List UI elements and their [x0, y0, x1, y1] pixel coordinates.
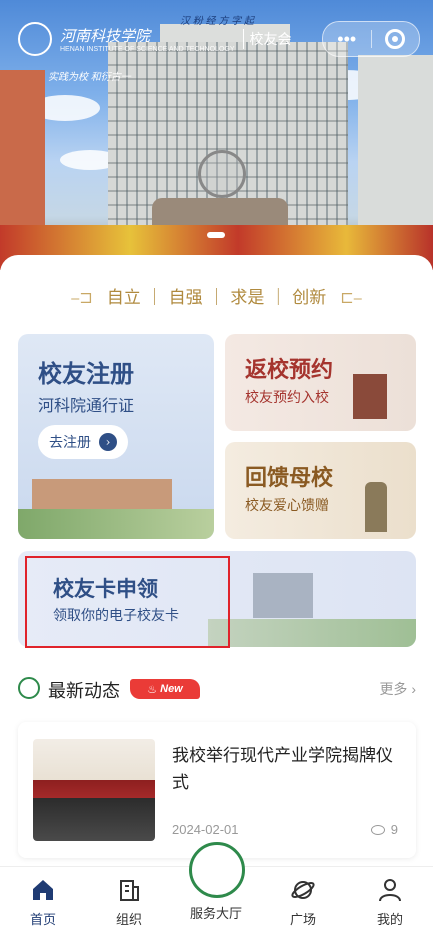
school-logo: 河南科技学院 HENAN INSTITUTE OF SCIENCE AND TE…	[18, 22, 292, 56]
give-back-card[interactable]: 回馈母校 校友爱心馈赠	[225, 442, 416, 539]
tab-label: 我的	[376, 912, 403, 927]
building-icon	[116, 877, 142, 903]
news-section-header: 最新动态 ♨ New 更多 ›	[18, 675, 416, 703]
new-badge: ♨ New	[130, 679, 200, 699]
flame-icon: ♨	[147, 683, 158, 696]
user-icon	[377, 877, 403, 903]
motto-word: 求是	[230, 288, 265, 308]
left-building	[0, 70, 45, 240]
right-building	[358, 55, 433, 235]
section-title: 最新动态	[48, 681, 120, 701]
selection-highlight	[25, 556, 230, 648]
alumni-register-card[interactable]: 校友注册 河科院通行证 去注册 ›	[18, 334, 214, 539]
more-link[interactable]: 更多 ›	[379, 679, 416, 699]
school-badge-icon	[18, 677, 40, 699]
go-register-button[interactable]: 去注册 ›	[38, 425, 128, 459]
motto-word: 自立	[106, 288, 141, 308]
card-subtitle: 校友预约入校	[245, 390, 329, 406]
target-icon	[385, 29, 406, 49]
chevron-right-icon: ›	[411, 681, 416, 697]
school-emblem-icon	[18, 22, 52, 56]
view-count: 9	[370, 822, 398, 837]
tab-home[interactable]: 首页	[0, 877, 86, 928]
lawn-illustration	[18, 509, 214, 539]
motto-word: 自强	[168, 288, 203, 308]
campus-building-illustration	[32, 479, 172, 509]
school-name-en: HENAN INSTITUTE OF SCIENCE AND TECHNOLOG…	[60, 46, 235, 53]
motto-word: 创新	[292, 288, 327, 308]
button-label: 去注册	[49, 435, 91, 451]
card-title: 返校预约	[245, 357, 334, 383]
tab-organization[interactable]: 组织	[86, 877, 172, 928]
arrow-right-icon: ›	[99, 433, 117, 451]
city-skyline-illustration	[253, 573, 313, 618]
tab-label: 服务大厅	[189, 906, 242, 921]
school-name: 河南科技学院	[60, 27, 151, 45]
eye-icon	[370, 824, 385, 835]
tab-label: 广场	[289, 912, 316, 927]
miniprogram-capsule: •••	[322, 21, 420, 57]
more-menu-button[interactable]: •••	[323, 22, 371, 56]
club-label: 校友会	[242, 29, 292, 49]
views-value: 9	[390, 822, 398, 837]
card-title: 回馈母校	[245, 465, 334, 491]
home-icon	[30, 877, 56, 903]
dots-icon: •••	[337, 28, 357, 49]
ornament-right-icon: ⊏⎯	[340, 288, 362, 307]
news-thumbnail	[33, 739, 155, 841]
tab-label: 首页	[29, 912, 56, 927]
carousel-indicator	[207, 232, 225, 238]
monument-illustration	[365, 482, 387, 532]
card-title: 校友注册	[38, 359, 134, 388]
badge-label: New	[160, 683, 183, 695]
building-illustration	[353, 374, 387, 419]
school-motto: ⎯⊐ 自立 ｜ 自强 ｜ 求是 ｜ 创新 ⊏⎯	[71, 288, 362, 308]
tab-label: 组织	[115, 912, 142, 927]
tab-plaza[interactable]: 广场	[260, 877, 346, 928]
card-subtitle: 校友爱心馈赠	[245, 498, 329, 514]
greenery-illustration	[208, 619, 416, 647]
news-headline: 我校举行现代产业学院揭牌仪式	[172, 746, 393, 792]
tab-service-hall[interactable]: 服务大厅	[173, 903, 259, 922]
card-subtitle: 河科院通行证	[38, 396, 135, 415]
planet-icon	[290, 877, 316, 903]
return-booking-card[interactable]: 返校预约 校友预约入校	[225, 334, 416, 431]
hero-motto: 实践为校 和衍古一	[48, 72, 131, 83]
tab-mine[interactable]: 我的	[347, 877, 433, 928]
more-label: 更多	[379, 681, 408, 697]
news-card[interactable]: 我校举行现代产业学院揭牌仪式 2024-02-01 9	[18, 722, 416, 858]
close-miniprogram-button[interactable]	[371, 22, 419, 56]
news-date: 2024-02-01	[172, 822, 239, 837]
globe-sculpture	[198, 150, 246, 198]
school-logo-icon[interactable]	[189, 842, 245, 898]
ornament-left-icon: ⎯⊐	[71, 288, 93, 307]
